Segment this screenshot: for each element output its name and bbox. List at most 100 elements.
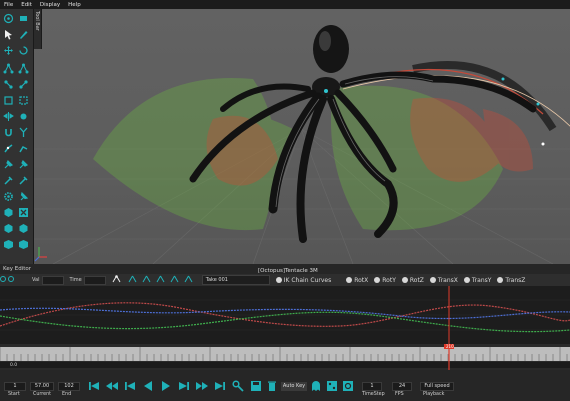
take-select[interactable]: Take 001 [201,275,270,285]
joint-icon[interactable] [18,111,29,122]
tool-bar-tab[interactable]: Tool Bar [33,9,42,49]
weight-smooth-icon[interactable] [18,175,29,186]
key-tree-add-icon[interactable] [128,275,138,285]
time-input[interactable] [83,275,106,285]
bone-link-icon[interactable] [3,79,14,90]
current-input[interactable]: 57.00 [30,382,54,391]
channel-transx-label: TransX [437,276,458,284]
time-step-input[interactable]: 1 [362,382,382,391]
channel-transy[interactable]: TransY [463,276,492,284]
curve-graph[interactable] [0,286,570,344]
fps-input[interactable]: 24 [392,382,412,391]
frame-icon[interactable] [18,95,29,106]
go-end-icon[interactable] [214,380,226,392]
channel-rotz[interactable]: RotZ [401,276,424,284]
weight-paint-icon[interactable] [3,175,14,186]
cube-down-icon[interactable] [18,239,29,250]
channel-rotz-label: RotZ [409,276,424,284]
play-backward-icon[interactable] [142,380,154,392]
ghost-icon[interactable] [310,380,322,392]
scene-render [33,25,570,264]
wrench-icon[interactable] [3,13,14,24]
key-tree-mirror-icon[interactable] [184,275,194,285]
transy-radio-icon [463,277,470,283]
hexagon-add-icon[interactable] [3,223,14,234]
viewport-3d[interactable] [33,9,570,264]
rotx-radio-icon [346,277,353,283]
go-start-icon[interactable] [88,380,100,392]
next-frame-icon[interactable] [178,380,190,392]
ik-icon[interactable] [18,143,29,154]
ik-chain-label: IK Chain Curves [283,276,332,284]
menu-help[interactable]: Help [64,2,85,8]
key-mode-icon[interactable] [0,276,6,284]
save-icon[interactable] [250,380,262,392]
end-label: End [62,392,72,397]
channel-roty-label: RotY [382,276,396,284]
bone-tree-add-icon[interactable] [18,63,29,74]
push-pin-icon[interactable] [18,191,29,202]
hexagon-icon[interactable] [3,207,14,218]
playback-select[interactable]: Full speed [420,382,454,391]
play-icon[interactable] [160,380,172,392]
current-label: Current [33,392,52,397]
split-icon[interactable] [18,127,29,138]
gear-icon[interactable] [3,191,14,202]
transport-bar: 1 57.00 102 Start Current End Auto Key 1… [0,370,570,401]
take-select-value: Take 001 [205,277,228,283]
ik-chain-curves-toggle[interactable]: IK Chain Curves [275,276,332,284]
pin-icon[interactable] [3,159,14,170]
key-tree-copy-icon[interactable] [156,275,166,285]
paint-brush-icon[interactable] [18,29,29,40]
end-input[interactable]: 102 [58,382,80,391]
mirror-icon[interactable] [3,111,14,122]
auto-key-button[interactable]: Auto Key [281,382,307,391]
tool-bar-tab-label: Tool Bar [34,11,40,31]
key-editor-title: Key Editor [3,266,31,272]
bone-tree-icon[interactable] [3,63,14,74]
magnet-icon[interactable] [3,127,14,138]
prev-key-icon[interactable] [106,380,118,392]
channel-rotx[interactable]: RotX [346,277,368,284]
hexagon-remove-icon[interactable] [18,223,29,234]
key-filter-icon[interactable] [8,276,14,284]
transx-radio-icon [429,277,436,283]
fps-label: FPS [395,392,404,397]
close-x-icon[interactable] [18,207,29,218]
current-frame-marker: 210 [446,344,454,349]
next-key-icon[interactable] [196,380,208,392]
ik-chain-radio-icon [275,277,282,283]
menu-file[interactable]: File [0,2,17,8]
channel-transz[interactable]: TransZ [497,277,525,284]
pin-remove-icon[interactable] [18,159,29,170]
loop-icon[interactable] [342,380,354,392]
channel-roty[interactable]: RotY [374,277,396,284]
move-icon[interactable] [3,45,14,56]
key-tree-icon[interactable] [112,275,122,285]
bone-chain-icon[interactable] [3,143,14,154]
channel-transy-label: TransY [471,276,492,284]
bone-unlink-icon[interactable] [18,79,29,90]
cube-icon[interactable] [3,239,14,250]
menu-edit[interactable]: Edit [17,2,36,8]
rotate-icon[interactable] [18,45,29,56]
onion-skin-icon[interactable] [326,380,338,392]
start-input[interactable]: 1 [4,382,26,391]
channel-transz-label: TransZ [505,276,526,284]
scene-icon[interactable] [18,13,29,24]
key-tool-icon[interactable] [232,380,244,392]
select-arrow-icon[interactable] [3,29,14,40]
scale-box-icon[interactable] [3,95,14,106]
delete-icon[interactable] [266,380,278,392]
menu-bar: File Edit Display Help [0,0,570,9]
timeline[interactable]: 210 0.0 [0,344,570,370]
prev-frame-icon[interactable] [124,380,136,392]
time-label: Time [69,277,82,283]
tool-bar [0,9,34,264]
key-tree-delete-icon[interactable] [142,275,152,285]
menu-display[interactable]: Display [36,2,64,8]
channel-transx[interactable]: TransX [429,276,458,284]
val-input[interactable] [41,275,64,285]
roty-radio-icon [374,277,381,283]
key-tree-paste-icon[interactable] [170,275,180,285]
